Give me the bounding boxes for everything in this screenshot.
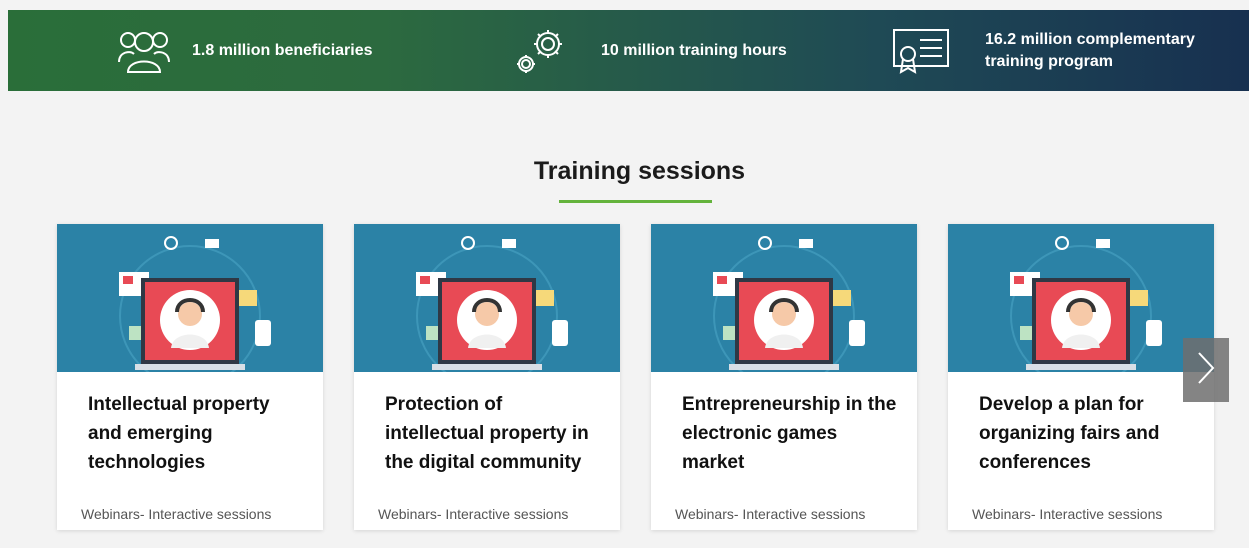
course-type: Webinars- Interactive sessions — [378, 506, 569, 522]
stat-text: 1.8 million beneficiaries — [192, 41, 373, 59]
course-title[interactable]: Entrepreneurship in the electronic games… — [682, 390, 902, 477]
course-title[interactable]: Intellectual property and emerging techn… — [88, 390, 308, 477]
course-thumbnail — [57, 224, 323, 387]
course-card[interactable]: Entrepreneurship in the electronic games… — [651, 224, 917, 530]
course-thumbnail — [651, 224, 917, 387]
course-title[interactable]: Protection of intellectual property in t… — [385, 390, 605, 477]
course-type: Webinars- Interactive sessions — [972, 506, 1163, 522]
chevron-right-icon — [1197, 351, 1215, 390]
stat-text: 10 million training hours — [601, 41, 787, 59]
stat-training-hours: 10 million training hours — [511, 10, 787, 91]
course-title[interactable]: Develop a plan for organizing fairs and … — [979, 390, 1199, 477]
course-type: Webinars- Interactive sessions — [675, 506, 866, 522]
course-thumbnail — [354, 224, 620, 387]
course-card[interactable]: Protection of intellectual property in t… — [354, 224, 620, 530]
course-card[interactable]: Intellectual property and emerging techn… — [57, 224, 323, 530]
gears-icon — [511, 26, 571, 76]
page: 1.8 million beneficiaries 10 million tra… — [0, 0, 1249, 548]
stat-beneficiaries: 1.8 million beneficiaries — [114, 10, 373, 91]
carousel-next-button[interactable] — [1183, 338, 1229, 402]
users-icon — [114, 28, 174, 74]
certificate-icon — [891, 28, 951, 74]
course-card[interactable]: Develop a plan for organizing fairs and … — [948, 224, 1214, 530]
stats-banner: 1.8 million beneficiaries 10 million tra… — [8, 10, 1249, 91]
stat-text: 16.2 million complementary training prog… — [985, 30, 1195, 70]
section-title: Training sessions — [533, 157, 746, 185]
stat-complementary-program: 16.2 million complementary training prog… — [891, 10, 1249, 91]
course-thumbnail — [948, 224, 1214, 387]
course-type: Webinars- Interactive sessions — [81, 506, 272, 522]
title-underline — [559, 200, 712, 203]
